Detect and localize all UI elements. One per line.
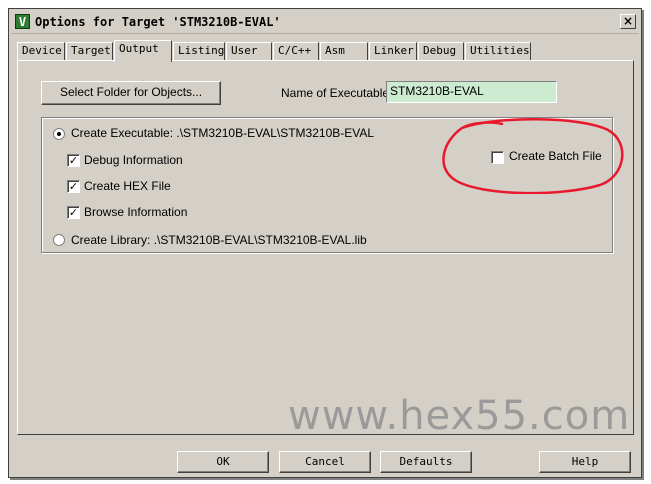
keil-app-icon: V bbox=[15, 14, 30, 29]
title-bar: V Options for Target 'STM3210B-EVAL' × bbox=[11, 11, 639, 34]
close-button[interactable]: × bbox=[620, 14, 636, 29]
output-tab-panel: Select Folder for Objects... Name of Exe… bbox=[17, 60, 634, 435]
debug-info-checkbox[interactable]: ✓ bbox=[67, 154, 80, 167]
tab-listing[interactable]: Listing bbox=[173, 42, 225, 60]
tab-device[interactable]: Device bbox=[17, 42, 65, 60]
radio-selected-dot bbox=[57, 132, 61, 136]
help-button[interactable]: Help bbox=[539, 451, 631, 473]
create-hex-label: Create HEX File bbox=[84, 179, 171, 193]
create-batch-checkbox[interactable] bbox=[491, 151, 504, 164]
tab-debug[interactable]: Debug bbox=[418, 42, 464, 60]
browse-info-label: Browse Information bbox=[84, 205, 188, 219]
debug-info-label: Debug Information bbox=[84, 153, 183, 167]
name-executable-field[interactable]: STM3210B-EVAL bbox=[386, 81, 557, 103]
ok-button[interactable]: OK bbox=[177, 451, 269, 473]
tab-utilities[interactable]: Utilities bbox=[465, 42, 531, 60]
tab-asm[interactable]: Asm bbox=[320, 42, 368, 60]
create-batch-label: Create Batch File bbox=[509, 149, 602, 163]
create-executable-radio[interactable] bbox=[53, 128, 65, 140]
create-executable-label: Create Executable: .\STM3210B-EVAL\STM32… bbox=[71, 126, 375, 140]
tab-output[interactable]: Output bbox=[114, 40, 172, 62]
output-options-group: Create Executable: .\STM3210B-EVAL\STM32… bbox=[41, 117, 613, 253]
tab-c-cpp[interactable]: C/C++ bbox=[273, 42, 319, 60]
create-library-radio[interactable] bbox=[53, 234, 65, 246]
tab-linker[interactable]: Linker bbox=[369, 42, 417, 60]
window-title: Options for Target 'STM3210B-EVAL' bbox=[35, 15, 281, 29]
name-executable-label: Name of Executable: bbox=[281, 86, 393, 100]
tab-target[interactable]: Target bbox=[66, 42, 113, 60]
create-hex-checkbox[interactable]: ✓ bbox=[67, 180, 80, 193]
defaults-button[interactable]: Defaults bbox=[380, 451, 472, 473]
create-library-label: Create Library: .\STM3210B-EVAL\STM3210B… bbox=[71, 233, 367, 247]
select-folder-button[interactable]: Select Folder for Objects... bbox=[41, 81, 221, 105]
browse-info-checkbox[interactable]: ✓ bbox=[67, 206, 80, 219]
tab-user[interactable]: User bbox=[226, 42, 272, 60]
watermark-text: www.hex55.com bbox=[288, 393, 631, 439]
cancel-button[interactable]: Cancel bbox=[279, 451, 371, 473]
